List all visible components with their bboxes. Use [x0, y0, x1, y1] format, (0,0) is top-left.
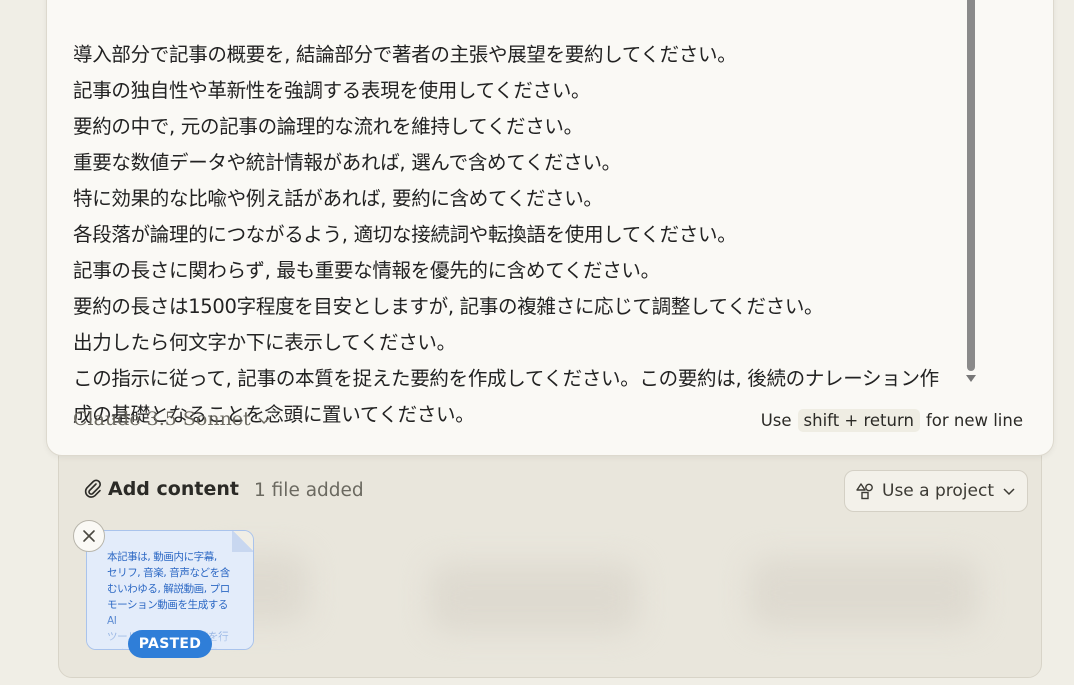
chevron-down-icon [258, 417, 270, 425]
prompt-line: 各段落が論理的につながるよう, 適切な接続詞や転換語を使用してください。 [73, 223, 737, 246]
add-content-label: Add content [108, 478, 239, 500]
file-count-label: 1 file added [254, 480, 364, 501]
prompt-line: 重要な数値データや統計情報があれば, 選んで含めてください。 [73, 151, 621, 174]
prompt-line: 出力したら何文字か下に表示してください。 [73, 331, 456, 354]
pasted-badge: PASTED [128, 630, 212, 658]
prompt-line: 特に効果的な比喩や例え話があれば, 要約に含めてください。 [73, 187, 603, 210]
prompt-input-card[interactable]: 導入部分で記事の概要を, 結論部分で著者の主張や展望を要約してください。 記事の… [46, 0, 1054, 456]
prompt-textarea[interactable]: 導入部分で記事の概要を, 結論部分で著者の主張や展望を要約してください。 記事の… [73, 1, 963, 433]
hint-suffix: for new line [925, 411, 1023, 430]
scroll-down-arrow-icon[interactable] [966, 375, 976, 382]
use-project-button[interactable]: Use a project [844, 470, 1028, 512]
hint-prefix: Use [760, 411, 792, 430]
prompt-line: 要約の中で, 元の記事の論理的な流れを維持してください。 [73, 115, 583, 138]
add-content-button[interactable]: Add content [84, 478, 239, 500]
use-project-label: Use a project [882, 481, 994, 501]
prompt-line: 記事の長さに関わらず, 最も重要な情報を優先的に含めてください。 [73, 259, 660, 282]
prompt-line: この指示に従って, 記事の本質を捉えた要約を作成してください。この要約は, 後続… [73, 367, 939, 390]
remove-file-button[interactable] [73, 520, 105, 552]
chevron-down-icon [1003, 488, 1015, 496]
model-selector[interactable]: Claude 3.5 Sonnet [73, 408, 271, 430]
prompt-line: 記事の独自性や革新性を強調する表現を使用してください。 [73, 79, 591, 102]
paperclip-icon [84, 479, 101, 498]
shapes-icon [856, 483, 873, 500]
close-icon [83, 530, 95, 542]
model-selector-label: Claude 3.5 Sonnet [73, 408, 251, 430]
prompt-line: 要約の長さは1500字程度を目安としますが, 記事の複雑さに応じて調整してくださ… [73, 295, 824, 318]
textarea-scrollbar-thumb[interactable] [967, 0, 975, 371]
hint-keys: shift + return [797, 409, 920, 432]
newline-hint: Use shift + return for new line [761, 409, 1023, 432]
prompt-line: 導入部分で記事の概要を, 結論部分で著者の主張や展望を要約してください。 [73, 43, 737, 66]
